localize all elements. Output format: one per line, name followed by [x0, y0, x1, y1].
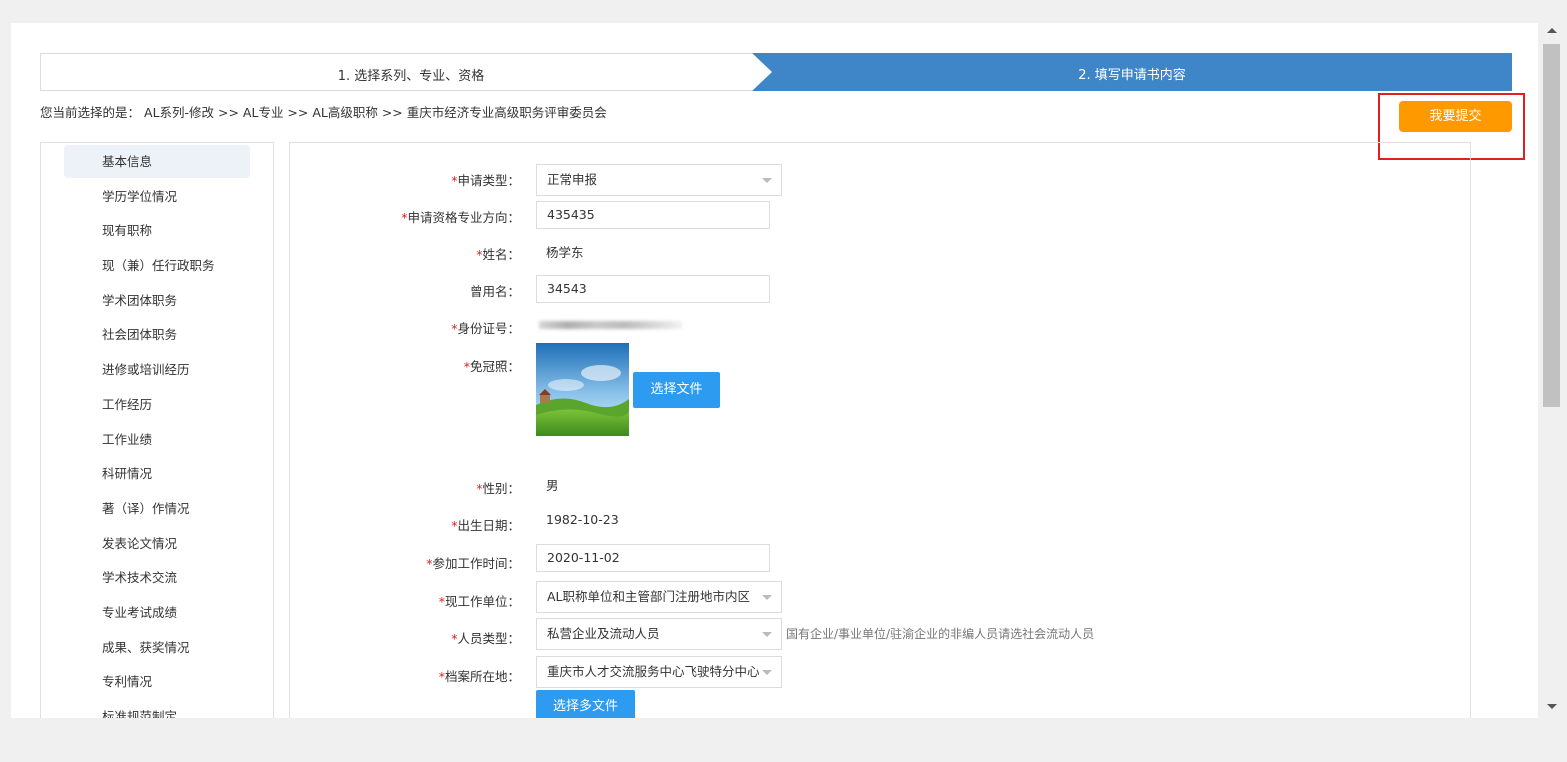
apply-type-select[interactable]: 正常申报 [536, 164, 782, 196]
archive-location-label: *档案所在地： [438, 669, 520, 684]
chevron-down-icon [762, 595, 772, 600]
former-name-label: 曾用名： [469, 284, 520, 299]
birth-date-value: 1982-10-23 [546, 512, 619, 527]
breadcrumb-prefix: 您当前选择的是： [40, 105, 141, 120]
gender-label: *性别： [476, 481, 520, 496]
sidebar-item-current-title[interactable]: 现有职称 [64, 214, 250, 247]
sidebar-item-achievements[interactable]: 工作业绩 [64, 423, 250, 456]
main-page: 1. 选择系列、专业、资格 2. 填写申请书内容 您当前选择的是： AL系列-修改… [11, 23, 1538, 718]
person-type-hint: 国有企业/事业单位/驻渝企业的非编人员请选社会流动人员 [786, 627, 1095, 641]
sidebar-item-basic-info[interactable]: 基本信息 [64, 145, 250, 178]
step-2[interactable]: 2. 填写申请书内容 [752, 53, 1512, 91]
name-value: 杨学东 [546, 245, 584, 260]
landscape-image-icon [536, 343, 629, 436]
photo-label: *免冠照： [463, 359, 520, 374]
former-name-input[interactable]: 34543 [536, 275, 770, 303]
sidebar-item-standards[interactable]: 标准规范制定 [64, 700, 250, 718]
sidebar: 基本信息 学历学位情况 现有职称 现（兼）任行政职务 学术团体职务 社会团体职务… [40, 142, 274, 718]
work-unit-select[interactable]: AL职称单位和主管部门注册地市内区 [536, 581, 782, 613]
apply-type-label: *申请类型： [451, 173, 520, 188]
id-number-redacted [539, 321, 682, 329]
sidebar-item-papers[interactable]: 发表论文情况 [64, 527, 250, 560]
gender-value: 男 [546, 478, 559, 493]
scrollbar-thumb[interactable] [1543, 44, 1560, 407]
choose-multiple-files-button[interactable]: 选择多文件 [536, 690, 635, 718]
sidebar-item-patents[interactable]: 专利情况 [64, 665, 250, 698]
sidebar-item-research[interactable]: 科研情况 [64, 457, 250, 490]
step-2-label: 2. 填写申请书内容 [1078, 68, 1186, 83]
portrait-photo [536, 343, 629, 436]
step-1-label: 1. 选择系列、专业、资格 [337, 69, 485, 84]
chevron-down-icon [762, 632, 772, 637]
sidebar-item-academic-group[interactable]: 学术团体职务 [64, 284, 250, 317]
id-number-label: *身份证号： [451, 321, 520, 336]
sidebar-item-social-group[interactable]: 社会团体职务 [64, 318, 250, 351]
direction-input[interactable]: 435435 [536, 201, 770, 229]
work-unit-label: *现工作单位： [438, 594, 520, 609]
sidebar-item-exam[interactable]: 专业考试成绩 [64, 596, 250, 629]
breadcrumb-path: AL系列-修改 >> AL专业 >> AL高级职称 >> 重庆市经济专业高级职务… [144, 105, 607, 120]
scroll-up-arrow-icon[interactable] [1547, 28, 1557, 33]
sidebar-item-training[interactable]: 进修或培训经历 [64, 353, 250, 386]
sidebar-item-admin-post[interactable]: 现（兼）任行政职务 [64, 249, 250, 282]
chevron-down-icon [762, 670, 772, 675]
work-start-input[interactable]: 2020-11-02 [536, 544, 770, 572]
archive-location-select[interactable]: 重庆市人才交流服务中心飞驶特分中心 [536, 656, 782, 688]
sidebar-item-publications[interactable]: 著（译）作情况 [64, 492, 250, 525]
form-panel: *申请类型： 正常申报 *申请资格专业方向： 435435 *姓名： 杨学东 曾… [289, 142, 1471, 718]
person-type-label: *人员类型： [451, 631, 520, 646]
step-1[interactable]: 1. 选择系列、专业、资格 [40, 53, 780, 91]
direction-label: *申请资格专业方向： [401, 210, 520, 225]
breadcrumb: 您当前选择的是： AL系列-修改 >> AL专业 >> AL高级职称 >> 重庆市… [40, 102, 611, 121]
person-type-select[interactable]: 私营企业及流动人员 [536, 618, 782, 650]
sidebar-item-awards[interactable]: 成果、获奖情况 [64, 631, 250, 664]
choose-file-button[interactable]: 选择文件 [633, 372, 720, 408]
work-start-label: *参加工作时间： [426, 556, 520, 571]
sidebar-item-education[interactable]: 学历学位情况 [64, 180, 250, 213]
step-bar: 1. 选择系列、专业、资格 2. 填写申请书内容 [40, 53, 1512, 91]
sidebar-item-work-history[interactable]: 工作经历 [64, 388, 250, 421]
sidebar-item-exchange[interactable]: 学术技术交流 [64, 561, 250, 594]
scroll-down-arrow-icon[interactable] [1547, 704, 1557, 709]
name-label: *姓名： [476, 247, 520, 262]
birth-date-label: *出生日期： [451, 518, 520, 533]
chevron-down-icon [762, 178, 772, 183]
